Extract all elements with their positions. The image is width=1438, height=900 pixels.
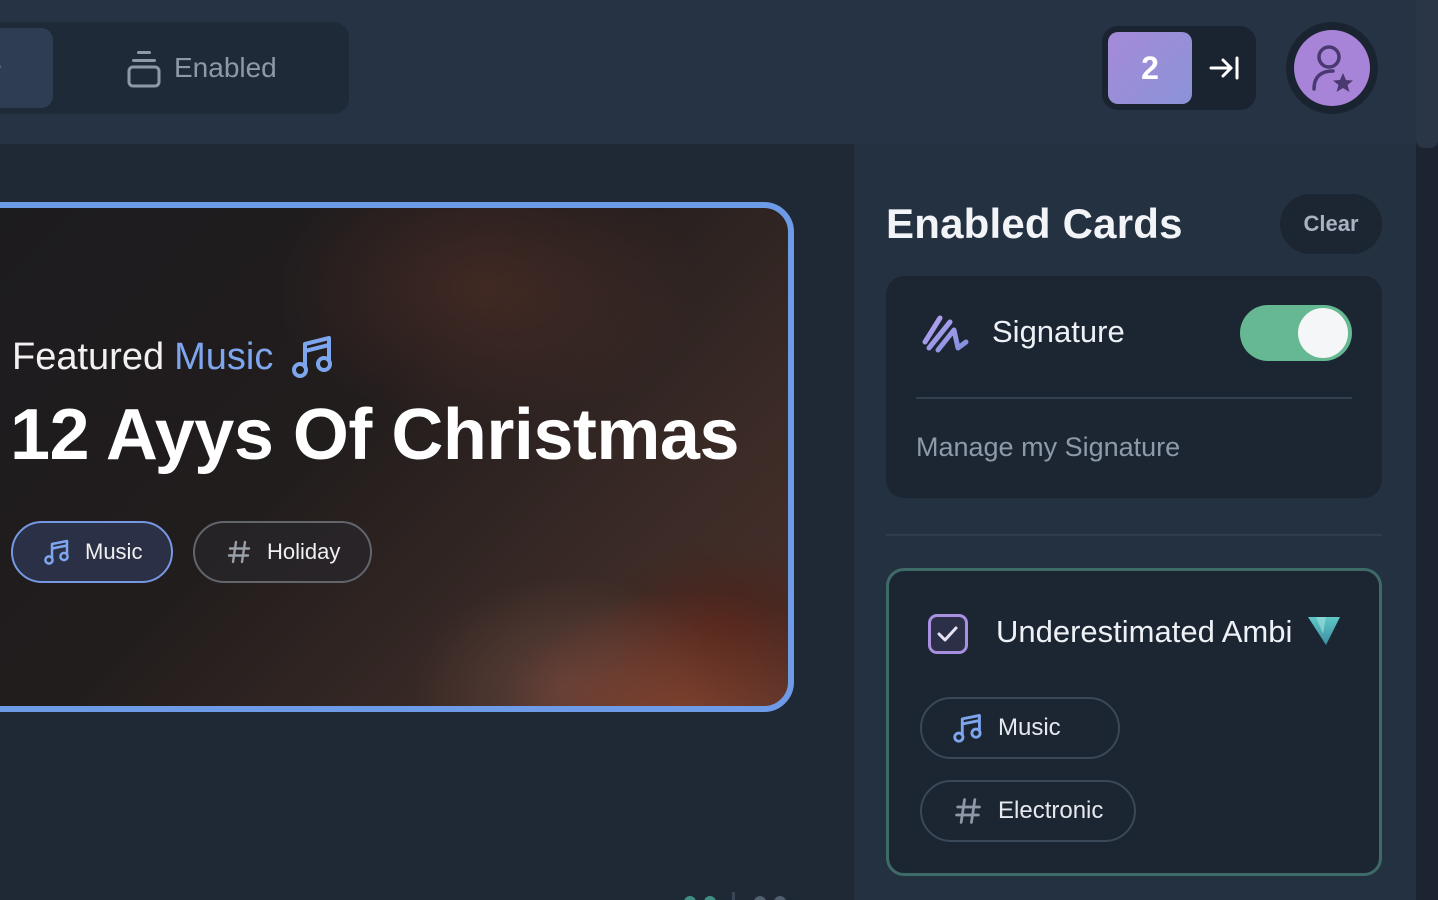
- signature-icon: [922, 315, 969, 353]
- signature-label: Signature: [992, 314, 1125, 349]
- user-star-icon: [1312, 45, 1353, 92]
- hashtag-icon: [227, 540, 251, 564]
- featured-tag-label: Music: [85, 539, 143, 564]
- card-tag-label: Electronic: [998, 797, 1104, 824]
- featured-tag-holiday[interactable]: Holiday: [193, 521, 372, 583]
- music-note-icon: [44, 539, 69, 565]
- featured-tag-music[interactable]: Music: [11, 521, 173, 583]
- enabled-count-group: 2: [1102, 26, 1256, 110]
- segment-active-label: e: [0, 50, 2, 82]
- clear-button[interactable]: Clear: [1280, 194, 1382, 254]
- featured-kicker: Featured Music: [12, 334, 337, 380]
- panel-title: Enabled Cards: [886, 200, 1183, 247]
- manage-signature-link[interactable]: Manage my Signature: [916, 432, 1180, 463]
- stack-icon: [127, 51, 161, 88]
- enabled-count-badge[interactable]: 2: [1108, 32, 1192, 104]
- dropdown-triangle-icon[interactable]: [1306, 614, 1342, 648]
- music-note-icon: [953, 714, 982, 743]
- divider: [916, 397, 1352, 399]
- hashtag-icon: [955, 798, 981, 824]
- card-checkbox[interactable]: [928, 614, 968, 654]
- user-menu[interactable]: [1286, 22, 1378, 114]
- collapse-panel-icon[interactable]: [1206, 48, 1242, 88]
- carousel-indicator: [684, 892, 786, 900]
- checkmark-icon: [937, 626, 958, 642]
- avatar[interactable]: [1294, 30, 1370, 106]
- card-tag-music[interactable]: Music: [920, 697, 1120, 759]
- segment-enabled-label: Enabled: [174, 52, 277, 83]
- card-title: Underestimated Ambi: [996, 614, 1293, 649]
- featured-kicker-prefix: Featured: [12, 335, 165, 378]
- featured-title: 12 Ayys Of Christmas: [10, 395, 739, 475]
- featured-kicker-accent: Music: [174, 335, 274, 378]
- card-tag-label: Music: [998, 714, 1061, 741]
- segment-enabled-tab[interactable]: Enabled: [126, 46, 277, 90]
- card-tag-electronic[interactable]: Electronic: [920, 780, 1136, 842]
- scrollbar-thumb[interactable]: [1416, 0, 1438, 148]
- featured-tag-label: Holiday: [267, 539, 341, 564]
- music-note-icon: [292, 336, 333, 378]
- signature-toggle-knob[interactable]: [1298, 308, 1348, 358]
- segment-active-tab[interactable]: e: [0, 28, 53, 108]
- divider: [886, 534, 1382, 536]
